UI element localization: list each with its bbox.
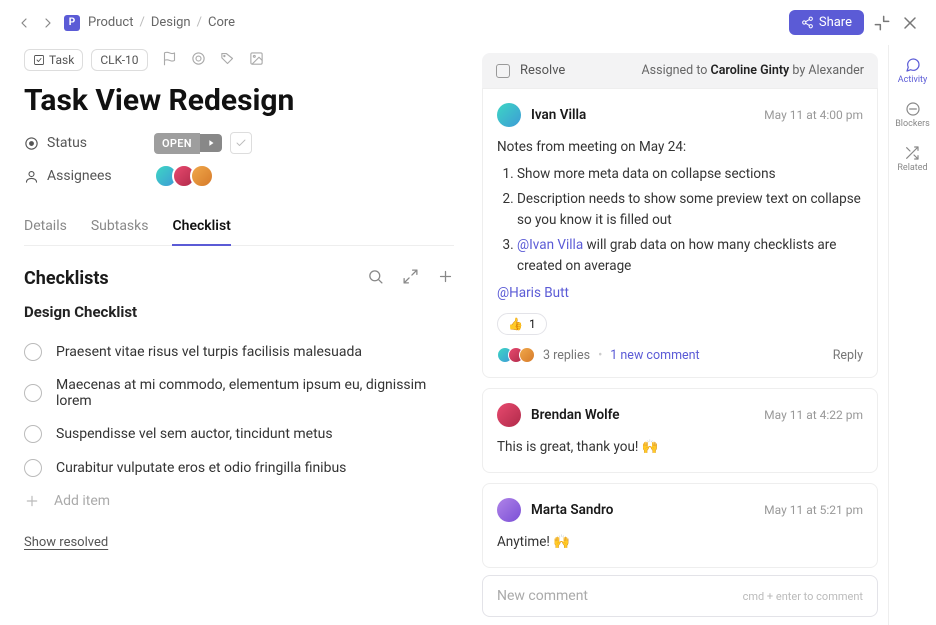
tab-subtasks[interactable]: Subtasks bbox=[91, 208, 149, 245]
breadcrumb[interactable]: Product/ Design/ Core bbox=[88, 15, 235, 30]
composer-hint: cmd + enter to comment bbox=[743, 590, 863, 603]
checklist-item-text: Curabitur vulputate eros et odio fringil… bbox=[56, 460, 346, 476]
comment-author: Ivan Villa bbox=[531, 107, 586, 123]
checklist-item-text: Maecenas at mi commodo, elementum ipsum … bbox=[56, 377, 454, 409]
expand-icon[interactable] bbox=[402, 268, 419, 289]
resolve-label: Resolve bbox=[520, 63, 565, 78]
task-type-chip[interactable]: Task bbox=[24, 49, 83, 71]
check-circle-icon[interactable] bbox=[24, 343, 42, 361]
tab-details[interactable]: Details bbox=[24, 208, 67, 245]
comment-body: Notes from meeting on May 24:Show more m… bbox=[497, 137, 863, 303]
flag-icon[interactable] bbox=[162, 51, 177, 70]
sidebar-related[interactable]: Related bbox=[897, 145, 927, 173]
resolve-checkbox[interactable] bbox=[496, 64, 510, 78]
check-circle-icon[interactable] bbox=[24, 425, 42, 443]
nav-forward-icon[interactable] bbox=[40, 15, 56, 31]
reply-link[interactable]: Reply bbox=[833, 348, 863, 363]
checklist-item-text: Praesent vitae risus vel turpis facilisi… bbox=[56, 344, 362, 360]
share-button[interactable]: Share bbox=[789, 10, 864, 35]
status-check-icon[interactable] bbox=[230, 132, 252, 154]
checklist-item-text: Suspendisse vel sem auctor, tincidunt me… bbox=[56, 426, 333, 442]
reaction-pill[interactable]: 👍 1 bbox=[497, 313, 547, 335]
checklists-heading: Checklists bbox=[24, 268, 367, 289]
status-label: Status bbox=[24, 135, 154, 151]
check-circle-icon[interactable] bbox=[24, 384, 42, 402]
avatar bbox=[190, 164, 214, 188]
avatar bbox=[497, 103, 521, 127]
comment: Ivan Villa May 11 at 4:00 pm Notes from me… bbox=[482, 88, 878, 378]
comment-time: May 11 at 5:21 pm bbox=[764, 503, 863, 517]
sidebar-activity[interactable]: Activity bbox=[898, 57, 927, 85]
status-next-icon[interactable] bbox=[200, 134, 222, 152]
comment-composer[interactable]: New comment cmd + enter to comment bbox=[482, 575, 878, 617]
assignees-avatars[interactable] bbox=[154, 164, 214, 188]
comment-time: May 11 at 4:00 pm bbox=[764, 108, 863, 122]
comment: Brendan Wolfe May 11 at 4:22 pm This is gr… bbox=[482, 388, 878, 473]
assigned-to-text: Assigned to Caroline Ginty by Alexander bbox=[642, 63, 864, 78]
comment-author: Marta Sandro bbox=[531, 502, 613, 518]
target-icon[interactable] bbox=[191, 51, 206, 70]
nav-back-icon[interactable] bbox=[16, 15, 32, 31]
close-icon[interactable] bbox=[900, 13, 920, 33]
checklist-item[interactable]: Maecenas at mi commodo, elementum ipsum … bbox=[24, 369, 454, 417]
tab-checklist[interactable]: Checklist bbox=[172, 208, 230, 246]
composer-placeholder: New comment bbox=[497, 588, 588, 604]
status-badge[interactable]: OPEN bbox=[154, 133, 200, 154]
page-title: Task View Redesign bbox=[24, 83, 454, 118]
tag-icon[interactable] bbox=[220, 51, 235, 70]
show-resolved-link[interactable]: Show resolved bbox=[24, 535, 454, 550]
comment-author: Brendan Wolfe bbox=[531, 407, 620, 423]
assignees-label: Assignees bbox=[24, 168, 154, 184]
comment-time: May 11 at 4:22 pm bbox=[764, 408, 863, 422]
checklist-item[interactable]: Praesent vitae risus vel turpis facilisi… bbox=[24, 335, 454, 369]
comment-body: Anytime! 🙌 bbox=[497, 532, 863, 553]
checklist-item[interactable]: Suspendisse vel sem auctor, tincidunt me… bbox=[24, 417, 454, 451]
collapse-icon[interactable] bbox=[872, 13, 892, 33]
avatar bbox=[497, 498, 521, 522]
comment-body: This is great, thank you! 🙌 bbox=[497, 437, 863, 458]
image-icon[interactable] bbox=[249, 51, 264, 70]
add-item-button[interactable]: Add item bbox=[24, 485, 454, 517]
checklist-item[interactable]: Curabitur vulputate eros et odio fringil… bbox=[24, 451, 454, 485]
comment: Marta Sandro May 11 at 5:21 pm Anytime! 🙌 bbox=[482, 483, 878, 568]
task-id-chip[interactable]: CLK-10 bbox=[91, 49, 147, 71]
check-circle-icon[interactable] bbox=[24, 459, 42, 477]
checklist-title: Design Checklist bbox=[24, 303, 454, 321]
avatar bbox=[497, 403, 521, 427]
search-icon[interactable] bbox=[367, 268, 384, 289]
product-icon: P bbox=[64, 15, 80, 31]
add-icon[interactable] bbox=[437, 268, 454, 289]
sidebar-blockers[interactable]: Blockers bbox=[895, 101, 930, 129]
